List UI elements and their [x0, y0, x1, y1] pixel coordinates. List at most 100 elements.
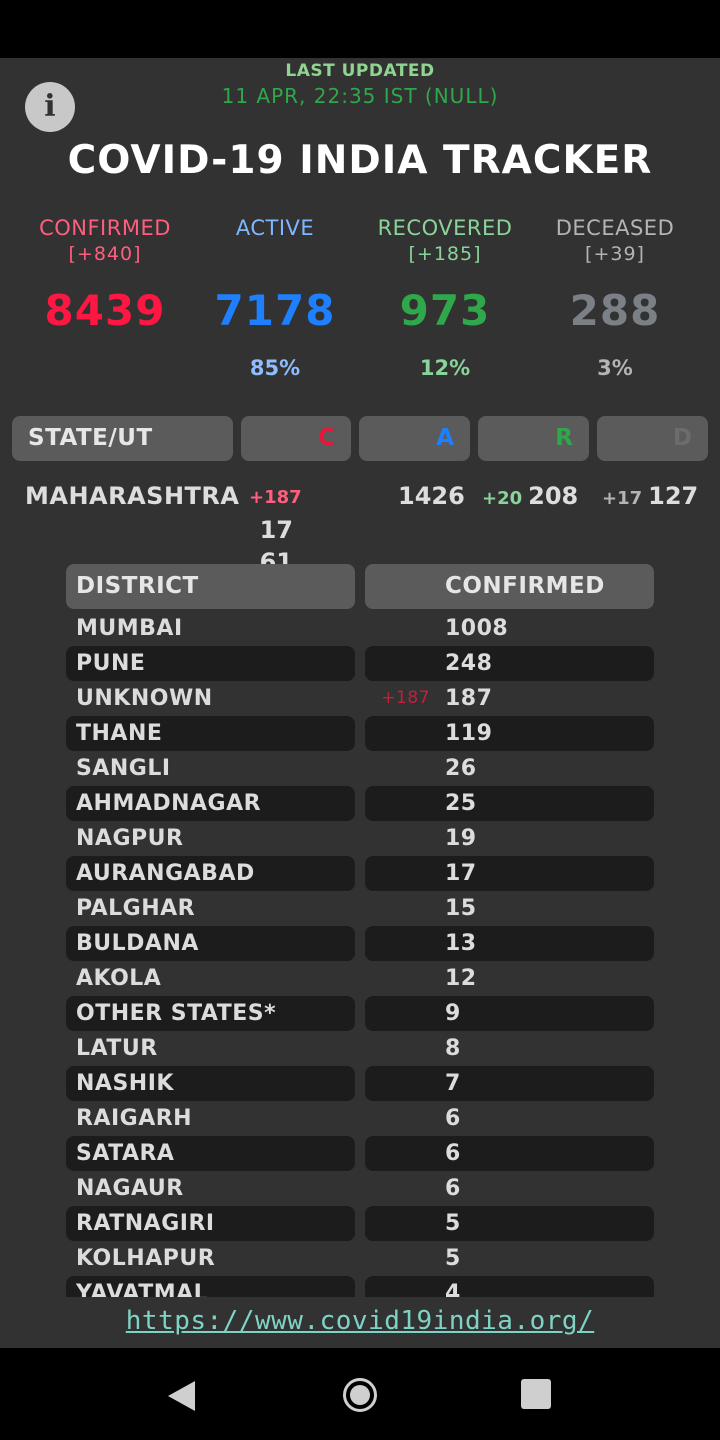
district-column-header[interactable]: DISTRICT — [66, 564, 355, 609]
district-name: NAGAUR — [76, 1176, 184, 1201]
active-label: ACTIVE — [235, 216, 315, 240]
district-name: YAVATMAL — [66, 1276, 355, 1297]
district-confirmed-value: 6 — [445, 1141, 461, 1166]
recents-icon[interactable] — [521, 1379, 551, 1409]
district-confirmed-value: 26 — [445, 756, 477, 781]
district-confirmed: 19 — [365, 821, 654, 856]
home-icon[interactable] — [343, 1378, 377, 1412]
state-active-value: 1426 — [398, 482, 465, 510]
district-confirmed: 6 — [365, 1171, 654, 1206]
district-name: UNKNOWN — [76, 686, 213, 711]
district-name: NAGPUR — [76, 826, 184, 851]
back-icon[interactable] — [168, 1381, 195, 1411]
district-row[interactable]: NAGPUR 19 — [66, 821, 654, 856]
district-list[interactable]: MUMBAI 1008 PUNE 248 UNKNOWN +187 187 THANE 119 S… — [66, 611, 654, 1297]
district-row[interactable]: OTHER STATES* 9 — [66, 996, 654, 1031]
confirmed-value: 8439 — [44, 286, 166, 335]
recovered-label: RECOVERED — [377, 216, 513, 240]
active-stat: ACTIVE 7178 85% — [190, 216, 360, 380]
app-screen: i LAST UPDATED 11 APR, 22:35 IST (NULL) … — [0, 58, 720, 1348]
district-name: AHMADNAGAR — [66, 786, 355, 821]
district-row[interactable]: PUNE 248 — [66, 646, 654, 681]
district-confirmed: 7 — [365, 1066, 654, 1101]
district-row[interactable]: PALGHAR 15 — [66, 891, 654, 926]
last-updated-label: LAST UPDATED — [285, 61, 435, 81]
district-confirmed: 25 — [365, 786, 654, 821]
district-confirmed-value: 7 — [445, 1071, 461, 1096]
district-confirmed-value: 6 — [445, 1176, 461, 1201]
district-confirmed-value: 6 — [445, 1106, 461, 1131]
district-confirmed-value: 15 — [445, 896, 477, 921]
state-row-recovered: +20 208 — [482, 482, 578, 510]
recovered-delta: [+185] — [408, 243, 482, 265]
deceased-column-header[interactable]: D — [597, 416, 708, 461]
district-name: PALGHAR — [76, 896, 196, 921]
district-confirmed-delta: +187 — [381, 688, 430, 708]
last-updated-time: 11 APR, 22:35 IST (NULL) — [221, 84, 499, 108]
district-confirmed: 17 — [365, 856, 654, 891]
district-name: OTHER STATES* — [66, 996, 355, 1031]
district-row[interactable]: AHMADNAGAR 25 — [66, 786, 654, 821]
recovered-percent: 12% — [419, 356, 471, 380]
district-confirmed: 12 — [365, 961, 654, 996]
state-recovered-value: 208 — [528, 482, 579, 510]
district-row[interactable]: THANE 119 — [66, 716, 654, 751]
deceased-stat: DECEASED [+39] 288 3% — [530, 216, 700, 380]
deceased-label: DECEASED — [555, 216, 675, 240]
active-value: 7178 — [214, 286, 336, 335]
district-confirmed-value: 5 — [445, 1211, 461, 1236]
district-name: MUMBAI — [76, 616, 183, 641]
district-confirmed: 26 — [365, 751, 654, 786]
district-confirmed-value: 17 — [445, 861, 477, 886]
district-row[interactable]: BULDANA 13 — [66, 926, 654, 961]
district-row[interactable]: YAVATMAL 4 — [66, 1276, 654, 1297]
district-row[interactable]: AURANGABAD 17 — [66, 856, 654, 891]
district-row[interactable]: NASHIK 7 — [66, 1066, 654, 1101]
website-link[interactable]: https://www.covid19india.org/ — [0, 1306, 720, 1336]
confirmed-column-header[interactable]: C — [241, 416, 351, 461]
district-row[interactable]: UNKNOWN +187 187 — [66, 681, 654, 716]
district-confirmed: 4 — [365, 1276, 654, 1297]
district-name: SANGLI — [76, 756, 171, 781]
district-name: LATUR — [76, 1036, 158, 1061]
state-confirmed-delta: +187 — [249, 487, 302, 508]
district-confirmed-value: 9 — [445, 1001, 461, 1026]
state-deceased-delta: +17 — [602, 488, 643, 509]
district-confirmed-value: 12 — [445, 966, 477, 991]
district-row[interactable]: RATNAGIRI 5 — [66, 1206, 654, 1241]
state-column-header[interactable]: STATE/UT — [12, 416, 233, 461]
confirmed-label: CONFIRMED — [39, 216, 171, 240]
district-name: NASHIK — [66, 1066, 355, 1101]
state-recovered-delta: +20 — [482, 488, 523, 509]
district-row[interactable]: SATARA 6 — [66, 1136, 654, 1171]
district-confirmed-column-header[interactable]: CONFIRMED — [365, 564, 654, 609]
district-confirmed: 15 — [365, 891, 654, 926]
district-confirmed-value: 119 — [445, 721, 493, 746]
district-confirmed: 5 — [365, 1206, 654, 1241]
district-confirmed: 1008 — [365, 611, 654, 646]
district-row[interactable]: NAGAUR 6 — [66, 1171, 654, 1206]
district-row[interactable]: AKOLA 12 — [66, 961, 654, 996]
district-row[interactable]: MUMBAI 1008 — [66, 611, 654, 646]
district-row[interactable]: LATUR 8 — [66, 1031, 654, 1066]
district-row[interactable]: SANGLI 26 — [66, 751, 654, 786]
district-name: SATARA — [66, 1136, 355, 1171]
district-confirmed-value: 187 — [445, 686, 493, 711]
district-confirmed: 9 — [365, 996, 654, 1031]
state-row-deceased: +17 127 — [602, 482, 698, 510]
district-confirmed: 119 — [365, 716, 654, 751]
active-column-header[interactable]: A — [359, 416, 470, 461]
district-name: RATNAGIRI — [66, 1206, 355, 1241]
deceased-delta: [+39] — [585, 243, 645, 265]
deceased-value: 288 — [569, 286, 661, 335]
district-confirmed-value: 1008 — [445, 616, 509, 641]
recovered-column-header[interactable]: R — [478, 416, 589, 461]
district-name: AKOLA — [76, 966, 162, 991]
district-name: BULDANA — [66, 926, 355, 961]
deceased-percent: 3% — [597, 356, 633, 380]
state-row-name[interactable]: MAHARASHTRA — [25, 482, 239, 510]
district-row[interactable]: RAIGARH 6 — [66, 1101, 654, 1136]
district-confirmed: 8 — [365, 1031, 654, 1066]
district-row[interactable]: KOLHAPUR 5 — [66, 1241, 654, 1276]
district-confirmed-value: 19 — [445, 826, 477, 851]
